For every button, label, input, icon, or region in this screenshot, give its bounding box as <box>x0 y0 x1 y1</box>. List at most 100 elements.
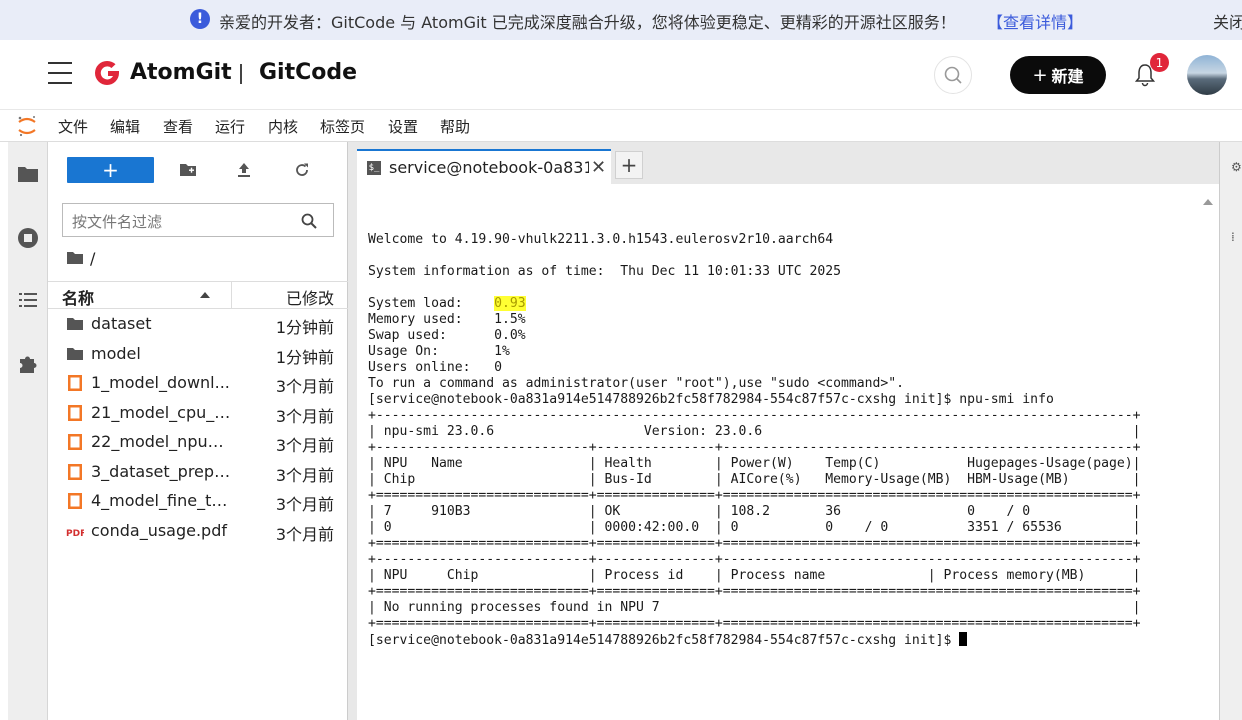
table-of-contents-icon[interactable] <box>16 288 40 312</box>
list-item[interactable]: 1_model_downl... 3个月前 <box>48 369 348 398</box>
panel-splitter[interactable] <box>348 142 357 720</box>
list-item[interactable]: PDF conda_usage.pdf 3个月前 <box>48 517 348 546</box>
file-name: 1_model_downl... <box>91 373 230 392</box>
terminal-panel[interactable]: Welcome to 4.19.90-vhulk2211.3.0.h1543.e… <box>357 184 1219 720</box>
file-name: model <box>91 344 141 363</box>
file-browser: + 按文件名过滤 / 名称 已修改 dataset 1分钟前 model 1分钟… <box>48 142 348 720</box>
running-kernels-icon[interactable] <box>16 226 40 250</box>
breadcrumb-root[interactable]: / <box>90 249 95 268</box>
folder-icon[interactable] <box>16 162 40 186</box>
npu-table-line: | No running processes found in NPU 7 | <box>368 600 1141 615</box>
scroll-up-icon[interactable] <box>1202 196 1214 208</box>
column-modified[interactable]: 已修改 <box>286 285 334 309</box>
banner-message: 亲爱的开发者：GitCode 与 AtomGit 已完成深度融合升级，您将体验更… <box>219 13 956 32</box>
menu-file[interactable]: 文件 <box>58 116 88 137</box>
npu-table-line: | Chip | Bus-Id | AICore(%) Memory-Usage… <box>368 472 1141 487</box>
pdf-icon: PDF <box>66 529 84 539</box>
file-modified: 1分钟前 <box>275 318 334 337</box>
terminal-users-online: Users online: 0 <box>368 360 503 375</box>
new-button-label: 新建 <box>1051 67 1084 86</box>
npu-table-line: | 0 | 0000:42:00.0 | 0 0 / 0 3351 / 6553… <box>368 520 1141 535</box>
notebook-icon <box>68 464 82 480</box>
folder-icon <box>67 318 83 330</box>
refresh-icon[interactable] <box>292 160 312 180</box>
terminal-swap-used: Swap used: 0.0% <box>368 328 526 343</box>
terminal-prompt: [service@notebook-0a831a914e514788926b2f… <box>368 633 960 648</box>
terminal-welcome: Welcome to 4.19.90-vhulk2211.3.0.h1543.e… <box>368 232 834 247</box>
folder-icon <box>67 348 83 360</box>
add-tab-button[interactable]: + <box>615 151 643 179</box>
npu-table-line: | npu-smi 23.0.6 Version: 23.0.6 | <box>368 424 1141 439</box>
debugger-icon[interactable]: ⁞ <box>1231 230 1242 244</box>
file-modified: 3个月前 <box>275 407 334 426</box>
new-launcher-button[interactable]: + <box>67 157 154 183</box>
terminal-sysinfo: System information as of time: Thu Dec 1… <box>368 264 841 279</box>
npu-table-line: | NPU Chip | Process id | Process name |… <box>368 568 1141 583</box>
tab-terminal[interactable]: $_ service@notebook-0a831a ✕ <box>357 149 611 184</box>
npu-table-line: +===========================+===========… <box>368 584 1141 599</box>
banner-details-link[interactable]: 【查看详情】 <box>987 9 1083 33</box>
tab-terminal-label: service@notebook-0a831a <box>389 158 589 177</box>
file-name: 3_dataset_prepa... <box>91 462 231 481</box>
menu-icon[interactable] <box>48 62 72 84</box>
list-item[interactable]: 22_model_npu_i... 3个月前 <box>48 428 348 457</box>
notebook-icon <box>68 405 82 421</box>
jupyter-logo-icon <box>18 116 36 137</box>
list-item[interactable]: 4_model_fine_tu... 3个月前 <box>48 487 348 516</box>
atomgit-logo-icon[interactable] <box>92 58 122 88</box>
list-item[interactable]: 21_model_cpu_i... 3个月前 <box>48 399 348 428</box>
new-folder-icon[interactable] <box>178 160 198 180</box>
terminal-admin-hint: To run a command as administrator(user "… <box>368 376 905 391</box>
menu-view[interactable]: 查看 <box>163 116 193 137</box>
menu-help[interactable]: 帮助 <box>440 116 470 137</box>
file-name: dataset <box>91 314 152 333</box>
jupyter-menubar: 文件 编辑 查看 运行 内核 标签页 设置 帮助 <box>0 110 1242 142</box>
upload-icon[interactable] <box>234 160 254 180</box>
menu-edit[interactable]: 编辑 <box>110 116 140 137</box>
column-name[interactable]: 名称 <box>62 285 94 309</box>
file-name: 4_model_fine_tu... <box>91 491 231 510</box>
file-modified: 3个月前 <box>275 377 334 396</box>
npu-table-line: +---------------------------+-----------… <box>368 552 1141 567</box>
menu-settings[interactable]: 设置 <box>388 116 418 137</box>
npu-table-line: +===========================+===========… <box>368 616 1141 631</box>
notebook-icon <box>68 434 82 450</box>
terminal-icon: $_ <box>367 160 381 175</box>
brand-gitcode[interactable]: GitCode <box>259 60 357 85</box>
file-list-header: 名称 已修改 <box>48 281 348 309</box>
menu-run[interactable]: 运行 <box>215 116 245 137</box>
menu-tabs[interactable]: 标签页 <box>320 116 365 137</box>
extension-puzzle-icon[interactable] <box>16 352 40 376</box>
gear-icon[interactable]: ⚙ <box>1231 160 1242 174</box>
new-button[interactable]: + 新建 <box>1010 56 1106 94</box>
close-icon[interactable]: ✕ <box>591 157 606 178</box>
npu-table-line: +---------------------------+-----------… <box>368 440 1141 455</box>
site-header: AtomGit GitCode + 新建 1 <box>0 40 1242 110</box>
breadcrumb[interactable]: / <box>66 247 95 269</box>
file-modified: 3个月前 <box>275 525 334 544</box>
avatar[interactable] <box>1187 55 1227 95</box>
file-modified: 3个月前 <box>275 436 334 455</box>
npu-table-line: +---------------------------------------… <box>368 408 1141 423</box>
brand-divider <box>240 64 242 84</box>
brand-atomgit[interactable]: AtomGit <box>130 60 232 85</box>
search-button[interactable] <box>934 56 972 94</box>
list-item[interactable]: 3_dataset_prepa... 3个月前 <box>48 458 348 487</box>
menu-kernel[interactable]: 内核 <box>268 116 298 137</box>
file-modified: 3个月前 <box>275 466 334 485</box>
terminal-prompt-command: [service@notebook-0a831a914e514788926b2f… <box>368 392 1054 407</box>
right-sidebar: ⚙ ⁞ <box>1219 142 1242 720</box>
list-item[interactable]: model 1分钟前 <box>48 340 348 369</box>
terminal-system-load-label: System load: <box>368 296 495 311</box>
file-name: conda_usage.pdf <box>91 521 227 540</box>
column-divider[interactable] <box>231 282 232 308</box>
file-modified: 1分钟前 <box>275 348 334 367</box>
filter-input[interactable]: 按文件名过滤 <box>62 203 334 237</box>
terminal-system-load-value: 0.93 <box>494 296 526 311</box>
list-item[interactable]: dataset 1分钟前 <box>48 310 348 339</box>
dock-tabbar: $_ service@notebook-0a831a ✕ + <box>357 142 1225 184</box>
file-name: 21_model_cpu_i... <box>91 403 231 422</box>
npu-table-line: +===========================+===========… <box>368 536 1141 551</box>
npu-table-line: | 7 910B3 | OK | 108.2 36 0 / 0 | <box>368 504 1141 519</box>
banner-close-button[interactable]: 关闭 <box>1213 9 1242 33</box>
